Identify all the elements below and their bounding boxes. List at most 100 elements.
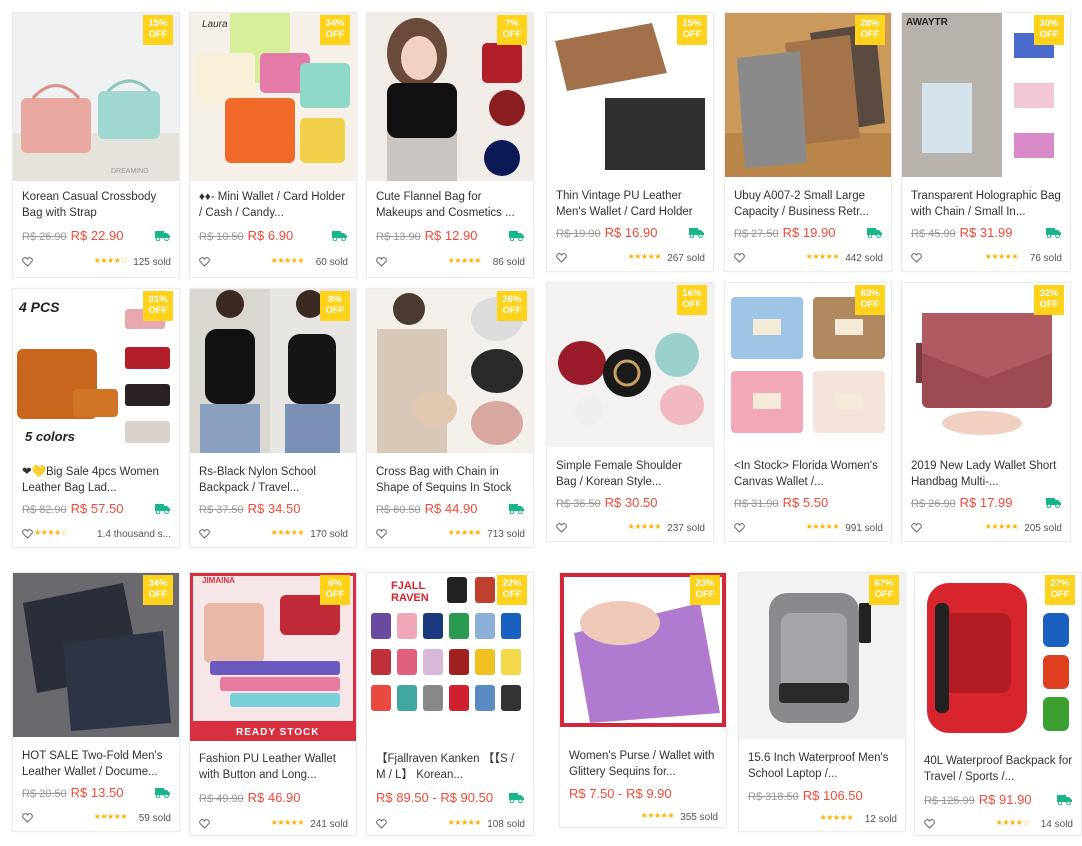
product-title[interactable]: HOT SALE Two-Fold Men's Leather Wallet /… [22, 748, 171, 780]
product-title[interactable]: Women's Purse / Wallet with Glittery Seq… [569, 748, 718, 780]
product-image[interactable]: 8% OFF [190, 289, 356, 453]
product-card[interactable]: DREAMING 15% OFF Korean Casual Crossbody … [12, 12, 180, 278]
product-title[interactable]: Korean Casual Crossbody Bag with Strap [22, 189, 171, 221]
original-price: R$ 125.99 [924, 795, 975, 807]
free-shipping-icon [332, 231, 347, 241]
discount-badge: 15% OFF [143, 15, 173, 45]
product-image[interactable]: 67% OFF [739, 573, 905, 739]
product-image[interactable]: 27% OFF [915, 573, 1081, 741]
product-card[interactable]: 28% OFF Ubuy A007-2 Small Large Capacity … [724, 12, 892, 272]
heart-icon[interactable] [199, 257, 210, 267]
product-title[interactable]: Cute Flannel Bag for Makeups and Cosmeti… [376, 189, 525, 221]
image-text: AWAYTR [906, 17, 949, 28]
product-title[interactable]: 40L Waterproof Backpack for Travel / Spo… [924, 753, 1073, 785]
heart-icon[interactable] [734, 523, 745, 533]
sale-price: R$ 12.90 [424, 228, 478, 243]
discount-badge: 34% OFF [143, 575, 173, 605]
product-image[interactable]: 32% OFF [902, 283, 1070, 447]
product-card[interactable]: 27% OFF 40L Waterproof Backpack for Trave… [914, 572, 1082, 836]
price-row: R$ 89.50 - R$ 90.50 [376, 790, 493, 805]
product-image[interactable]: JIMAINA READY STOCK 6% OFF [190, 573, 356, 741]
discount-badge: 27% OFF [1045, 575, 1075, 605]
product-card[interactable]: JIMAINA READY STOCK 6% OFF Fashion PU Lea… [189, 572, 357, 836]
product-image[interactable]: 4 PCS 5 colors 31% OFF [13, 289, 179, 453]
product-title[interactable]: 15.6 Inch Waterproof Men's School Laptop… [748, 750, 897, 782]
product-image[interactable]: AWAYTR 30% OFF [902, 13, 1070, 177]
product-card[interactable]: 16% OFF Simple Female Shoulder Bag / Kore… [546, 282, 714, 542]
free-shipping-icon [1046, 228, 1061, 238]
product-image[interactable]: DREAMING 15% OFF [13, 13, 179, 181]
rating-row: ★★★★☆ 125 sold [22, 256, 171, 270]
product-card[interactable]: 32% OFF 2019 New Lady Wallet Short Handba… [901, 282, 1071, 542]
heart-icon[interactable] [376, 529, 387, 539]
product-title[interactable]: Cross Bag with Chain in Shape of Sequins… [376, 464, 525, 496]
price-row: R$ 37.50 R$ 34.50 [199, 501, 300, 516]
product-card[interactable]: Laura 34% OFF ♦♦- Mini Wallet / Card Hold… [189, 12, 357, 278]
product-title[interactable]: ♦♦- Mini Wallet / Card Holder / Cash / C… [199, 189, 348, 221]
heart-icon[interactable] [734, 253, 745, 263]
product-title[interactable]: Ubuy A007-2 Small Large Capacity / Busin… [734, 188, 883, 220]
heart-icon[interactable] [556, 253, 567, 263]
product-image[interactable]: 15% OFF [547, 13, 713, 177]
sale-price: R$ 19.90 [782, 225, 836, 240]
product-image[interactable]: 7% OFF [367, 13, 533, 181]
star-rating: ★★★★★ [805, 522, 840, 531]
product-title[interactable]: Simple Female Shoulder Bag / Korean Styl… [556, 458, 705, 490]
heart-icon[interactable] [199, 529, 210, 539]
heart-icon[interactable] [924, 819, 935, 829]
heart-icon[interactable] [22, 257, 33, 267]
original-price: R$ 26.90 [911, 498, 956, 510]
sold-count: 267 sold [667, 253, 705, 264]
product-card[interactable]: 26% OFF Cross Bag with Chain in Shape of … [366, 288, 534, 548]
product-image[interactable]: 16% OFF [547, 283, 713, 447]
product-card[interactable]: 34% OFF HOT SALE Two-Fold Men's Leather W… [12, 572, 180, 832]
product-card[interactable]: 83% OFF <In Stock> Florida Women's Canvas… [724, 282, 892, 542]
product-image[interactable]: 83% OFF [725, 283, 891, 447]
product-image[interactable]: 34% OFF [13, 573, 179, 737]
heart-icon[interactable] [911, 523, 922, 533]
heart-icon[interactable] [911, 253, 922, 263]
product-card[interactable]: 4 PCS 5 colors 31% OFF ❤💛Big Sale 4pcs Wo… [12, 288, 180, 548]
original-price: R$ 19.90 [556, 228, 601, 240]
product-title[interactable]: 【Fjallraven Kanken 【【S / M / L】 Korean..… [376, 751, 525, 783]
product-image[interactable]: Laura 34% OFF [190, 13, 356, 181]
product-image[interactable]: 28% OFF [725, 13, 891, 177]
product-card[interactable]: 67% OFF 15.6 Inch Waterproof Men's School… [738, 572, 906, 832]
rating-row: ★★★★★ 60 sold [199, 256, 348, 270]
product-title[interactable]: 2019 New Lady Wallet Short Handbag Multi… [911, 458, 1062, 490]
rating-row: ★★★★★ 237 sold [556, 522, 705, 536]
product-title[interactable]: Thin Vintage PU Leather Men's Wallet / C… [556, 188, 705, 220]
heart-icon[interactable] [199, 819, 210, 829]
heart-icon[interactable] [376, 819, 387, 829]
product-card[interactable]: 7% OFF Cute Flannel Bag for Makeups and C… [366, 12, 534, 278]
product-card[interactable]: 23% OFF Women's Purse / Wallet with Glitt… [559, 572, 727, 828]
original-price: R$ 13.90 [376, 231, 421, 243]
rating-row: ★★★★★ 355 sold [569, 811, 718, 825]
product-title[interactable]: Fashion PU Leather Wallet with Button an… [199, 751, 348, 783]
product-card[interactable]: AWAYTR 30% OFF Transparent Holographic Ba… [901, 12, 1071, 272]
original-price: R$ 37.50 [199, 504, 244, 516]
product-image[interactable]: 23% OFF [560, 573, 726, 739]
discount-badge: 23% OFF [690, 575, 720, 605]
product-card[interactable]: 8% OFF Rs-Black Nylon School Backpack / T… [189, 288, 357, 548]
product-title[interactable]: <In Stock> Florida Women's Canvas Wallet… [734, 458, 883, 490]
sale-price: R$ 22.90 [70, 228, 124, 243]
product-image[interactable]: FJALL RAVEN 22% OFF [367, 573, 533, 741]
product-title[interactable]: Transparent Holographic Bag with Chain /… [911, 188, 1062, 220]
product-card[interactable]: 15% OFF Thin Vintage PU Leather Men's Wal… [546, 12, 714, 272]
free-shipping-icon [155, 231, 170, 241]
product-card[interactable]: FJALL RAVEN 22% OFF 【Fjallraven Kanken 【【… [366, 572, 534, 836]
sale-price: R$ 106.50 [802, 788, 863, 803]
star-rating: ★★★★★ [447, 818, 482, 827]
heart-icon[interactable] [22, 529, 33, 539]
heart-icon[interactable] [376, 257, 387, 267]
heart-icon[interactable] [556, 523, 567, 533]
product-title[interactable]: Rs-Black Nylon School Backpack / Travel.… [199, 464, 348, 496]
star-rating: ★★★★★ [270, 256, 305, 265]
original-price: R$ 318.50 [748, 791, 799, 803]
discount-badge: 6% OFF [320, 575, 350, 605]
product-title[interactable]: ❤💛Big Sale 4pcs Women Leather Bag Lad... [22, 464, 171, 496]
image-text: DREAMING [111, 168, 149, 175]
heart-icon[interactable] [22, 813, 33, 823]
product-image[interactable]: 26% OFF [367, 289, 533, 453]
